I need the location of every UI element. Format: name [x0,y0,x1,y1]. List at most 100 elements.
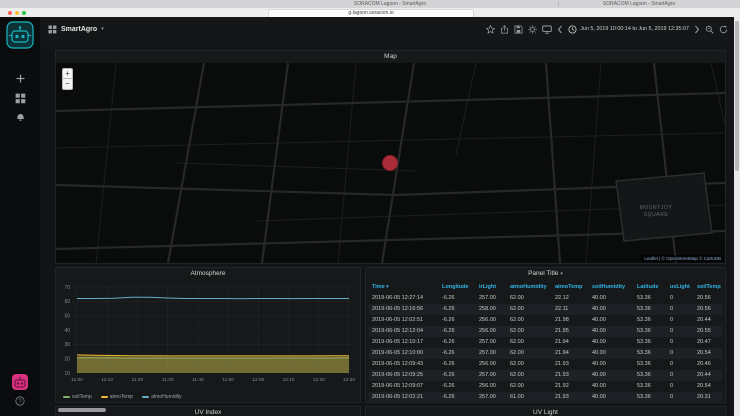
table-cell: 62.00 [507,359,552,370]
svg-text:12:30: 12:30 [343,377,355,383]
svg-text:30: 30 [64,342,70,348]
table-header-atmoTemp[interactable]: atmoTemp [552,281,589,293]
sidebar-alerting-button[interactable] [0,111,40,122]
share-icon [500,25,509,34]
sidebar-user-avatar[interactable] [0,373,40,391]
svg-text:?: ? [18,399,22,405]
table-cell: 21.93 [552,392,589,401]
svg-text:11:10: 11:10 [101,377,113,383]
cycle-view-button[interactable] [542,25,552,34]
lagoon-robot-icon [6,21,34,49]
plus-icon [15,73,26,84]
table-panel-title-row[interactable]: Panel Title▾ [366,268,725,280]
table-cell: 53.36 [634,392,667,401]
time-shift-forward-button[interactable] [694,25,700,34]
legend-label: atmoTemp [110,394,133,400]
map-marker[interactable] [382,155,398,171]
table-cell: 21.93 [552,359,589,370]
window-minimize-button[interactable] [15,11,19,15]
legend-swatch-icon [101,396,108,398]
refresh-icon [719,25,728,34]
table-cell: 2019-06-05 12:09:43 [369,359,439,370]
table-header-Longitude[interactable]: Longitude [439,281,476,293]
svg-text:20: 20 [64,357,70,363]
magnifier-minus-icon [705,25,714,34]
table-header-uvLight[interactable]: uvLight [667,281,694,293]
atmosphere-panel: Atmosphere 1020304050607011:0011:1011:20… [55,267,361,403]
table-cell: 62.00 [507,326,552,337]
legend-item-atmoTemp[interactable]: atmoTemp [101,394,133,400]
table-cell: -6.26 [439,370,476,381]
zoom-in-button[interactable]: + [62,68,73,79]
map-canvas[interactable]: MOUNTJOY SQUARE + − Leaflet | © OpenStre… [56,63,725,263]
atmosphere-panel-title[interactable]: Atmosphere [56,268,360,280]
map-attribution[interactable]: Leaflet | © OpenStreetMap © CartoDB [641,255,724,262]
browser-tab-active[interactable]: SORACOM Lagoon - SmartAgro [305,1,475,7]
table-cell: 53.36 [634,293,667,304]
table-cell: 62.00 [507,304,552,315]
table-cell: 20.54 [694,381,722,392]
table-cell: 20.46 [694,359,722,370]
time-shift-back-button[interactable] [557,25,563,34]
table-cell: 40.00 [589,359,634,370]
table-cell: 2019-06-05 12:09:25 [369,370,439,381]
vertical-scrollbar-thumb[interactable] [735,21,739,171]
zoom-out-button[interactable]: − [62,79,73,90]
svg-text:12:20: 12:20 [313,377,325,383]
sidebar-help-button[interactable]: ? [0,396,40,406]
table-cell: 21.94 [552,337,589,348]
table-cell: 61.00 [507,392,552,401]
dashboard-title-dropdown[interactable]: SmartAgro [61,26,97,33]
vertical-scrollbar[interactable] [734,17,740,416]
table-panel: Panel Title▾ Time ▾LongitudeirLightatmoH… [365,267,726,403]
uv-light-panel-title[interactable]: UV Light [366,407,725,416]
sidebar-dashboards-button[interactable] [0,93,40,104]
horizontal-scrollbar-thumb[interactable] [58,408,106,412]
window-zoom-button[interactable] [22,11,26,15]
soracom-lagoon-logo[interactable] [0,21,40,49]
table-header-soilHumidity[interactable]: soilHumidity [589,281,634,293]
zoom-out-time-button[interactable] [705,25,714,34]
table-cell: -6.26 [439,392,476,401]
browser-tab-background[interactable]: SORACOM Lagoon - SmartAgro [558,1,719,7]
table-header-Latitude[interactable]: Latitude [634,281,667,293]
table-cell: 2019-06-05 12:12:04 [369,326,439,337]
map-panel-title[interactable]: Map [56,51,725,63]
table-cell: 0 [667,337,694,348]
table-cell: 256.00 [476,381,507,392]
legend-item-soilTemp[interactable]: soilTemp [63,394,92,400]
time-range-picker[interactable]: Jun 5, 2019 10:00:14 to Jun 5, 2019 12:3… [568,25,689,34]
table-cell: 2019-06-05 12:10:17 [369,337,439,348]
time-range-label: Jun 5, 2019 10:00:14 to Jun 5, 2019 12:3… [580,26,689,32]
window-close-button[interactable] [8,11,12,15]
table-cell: 53.36 [634,304,667,315]
table-cell: 0 [667,359,694,370]
help-icon: ? [15,396,25,406]
table-cell: 0 [667,293,694,304]
table-cell: 53.36 [634,348,667,359]
table-cell: 2019-06-05 12:09:07 [369,381,439,392]
table-row: 2019-06-05 12:09:43-6.26256.0062.0021.93… [369,359,722,370]
table-header-atmoHumidity[interactable]: atmoHumidity [507,281,552,293]
star-dashboard-button[interactable] [486,25,495,34]
star-icon [486,25,495,34]
table-cell: 20.44 [694,370,722,381]
table-cell: 21.95 [552,326,589,337]
dashboard-navbar: SmartAgro ▾ [40,17,734,41]
sidebar-create-button[interactable] [0,73,40,84]
legend-item-atmoHumidity[interactable]: atmoHumidity [142,394,182,400]
refresh-button[interactable] [719,25,728,34]
table-cell: 20.31 [694,392,722,401]
atmosphere-chart[interactable]: 1020304050607011:0011:1011:2011:3011:401… [57,281,359,387]
grafana-app: ? SmartAgro ▾ [0,17,740,416]
table-header-Time[interactable]: Time ▾ [369,281,439,293]
table-header-irLight[interactable]: irLight [476,281,507,293]
table-cell: 2019-06-05 12:02:21 [369,392,439,401]
share-dashboard-button[interactable] [500,25,509,34]
dashboard-settings-button[interactable] [528,25,537,34]
table-header-soilTemp[interactable]: soilTemp [694,281,722,293]
table-cell: 0 [667,392,694,401]
map-zoom-control: + − [62,68,73,90]
svg-text:11:40: 11:40 [192,377,204,383]
save-dashboard-button[interactable] [514,25,523,34]
